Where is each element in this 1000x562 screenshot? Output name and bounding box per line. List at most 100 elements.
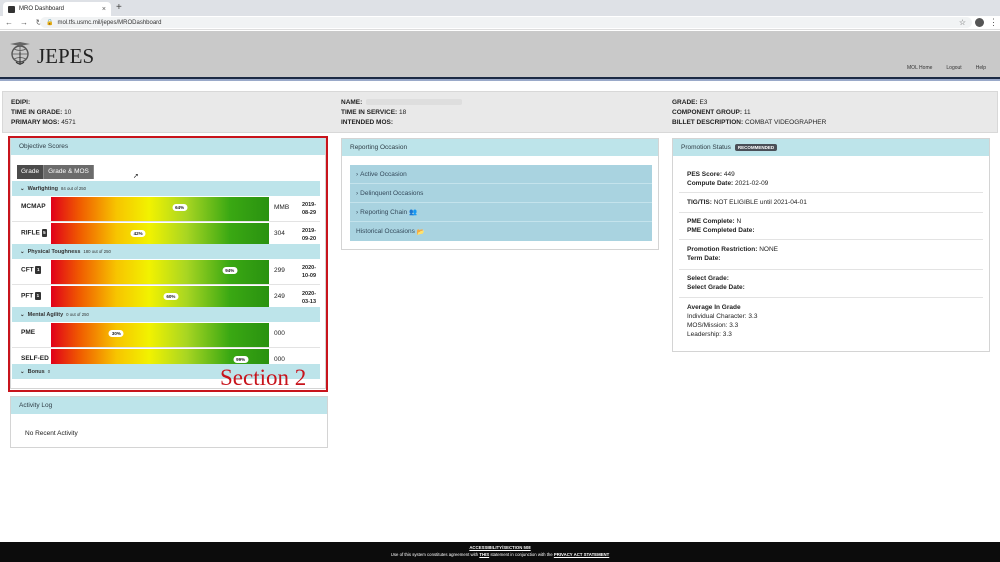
- delinquent-occasions-item[interactable]: › Delinquent Occasions: [350, 184, 652, 203]
- users-icon: 👥: [409, 209, 418, 216]
- reporting-occasion-panel: Reporting Occasion › Active Occasion › D…: [341, 138, 659, 250]
- divider: [679, 212, 983, 213]
- close-tab-icon[interactable]: ×: [102, 6, 106, 13]
- reporting-menu: › Active Occasion › Delinquent Occasions…: [350, 165, 652, 241]
- back-icon[interactable]: ←: [3, 18, 15, 27]
- imos-label: INTENDED MOS:: [341, 119, 393, 126]
- pme-complete-label: PME Complete:: [687, 218, 735, 225]
- edipi-label: EDIPI:: [11, 99, 31, 106]
- tis-label: TIME IN SERVICE:: [341, 109, 398, 116]
- grade-value: E3: [699, 99, 708, 106]
- activity-log-title: Activity Log: [11, 397, 327, 414]
- bookmark-star-icon[interactable]: ☆: [959, 18, 966, 27]
- tig-value: 10: [64, 109, 72, 116]
- compute-date-value: 2021-02-09: [735, 180, 769, 187]
- favicon-icon: [8, 5, 15, 13]
- tig-tis-value: NOT ELIGIBLE until 2021-04-01: [713, 199, 807, 206]
- select-grade-date-label: Select Grade Date:: [687, 284, 745, 291]
- footer-statement: Use of this system constitutes agreement…: [0, 551, 1000, 558]
- chevron-right-icon: ›: [356, 208, 359, 216]
- eagle-globe-anchor-logo-icon: [10, 42, 30, 65]
- header-links: MOL Home Logout Help: [907, 65, 986, 71]
- tis-value: 18: [399, 109, 407, 116]
- browser-toolbar: ← → ↻ 🔒 mol.tfs.usmc.mil/jepes/MRODashbo…: [0, 16, 1000, 30]
- pes-block: PES Score: 449 Compute Date: 2021-02-09: [687, 170, 768, 188]
- recommended-badge: RECOMMENDED: [734, 144, 778, 151]
- tig-label: TIME IN GRADE:: [11, 109, 63, 116]
- activity-log-panel: Activity Log No Recent Activity: [10, 396, 328, 448]
- new-tab-icon[interactable]: +: [116, 2, 122, 14]
- section-annotation: Section 2: [220, 365, 307, 390]
- historical-occasions-item[interactable]: Historical Occasions 📂: [350, 222, 652, 241]
- divider: [679, 239, 983, 240]
- lock-icon: 🔒: [46, 20, 54, 26]
- activity-empty-text: No Recent Activity: [25, 430, 78, 437]
- section-highlight-frame: [8, 136, 328, 392]
- forward-icon[interactable]: →: [18, 18, 30, 27]
- url-text: mol.tfs.usmc.mil/jepes/MRODashboard: [57, 19, 162, 26]
- avg-character: Individual Character: 3.3: [687, 313, 758, 320]
- site-header: [0, 31, 1000, 77]
- billet-value: COMBAT VIDEOGRAPHER: [744, 119, 827, 126]
- average-block: Average In Grade Individual Character: 3…: [687, 303, 757, 339]
- privacy-act-link[interactable]: PRIVACY ACT STATEMENT: [554, 552, 609, 557]
- reporting-chain-item[interactable]: › Reporting Chain 👥: [350, 203, 652, 222]
- name-label: NAME:: [341, 99, 363, 106]
- footer-text: Use of this system constitutes agreement…: [390, 552, 480, 557]
- restriction-label: Promotion Restriction:: [687, 246, 758, 253]
- pmos-label: PRIMARY MOS:: [11, 119, 60, 126]
- term-date-label: Term Date:: [687, 255, 721, 262]
- promotion-status-header: Promotion Status RECOMMENDED: [673, 139, 989, 156]
- compute-date-label: Compute Date:: [687, 180, 734, 187]
- component-label: COMPONENT GROUP:: [672, 109, 743, 116]
- reporting-occasion-title: Reporting Occasion: [342, 139, 658, 156]
- average-label: Average In Grade: [687, 304, 741, 311]
- address-bar[interactable]: 🔒 mol.tfs.usmc.mil/jepes/MRODashboard ☆: [40, 17, 972, 28]
- active-occasion-item[interactable]: › Active Occasion: [350, 165, 652, 184]
- promotion-status-panel: Promotion Status RECOMMENDED PES Score: …: [672, 138, 990, 352]
- component-value: 11: [743, 109, 751, 116]
- browser-tab-bar: MRO Dashboard × +: [0, 0, 1000, 16]
- chevron-right-icon: ›: [356, 189, 359, 197]
- promotion-status-title: Promotion Status: [681, 144, 731, 151]
- menu-item-label: Delinquent Occasions: [360, 189, 424, 197]
- avg-leadership: Leadership: 3.3: [687, 331, 732, 338]
- pme-date-label: PME Completed Date:: [687, 227, 755, 234]
- member-info-col-3: GRADE: E3 COMPONENT GROUP: 11 BILLET DES…: [672, 98, 826, 128]
- browser-menu-icon[interactable]: ⋮: [989, 17, 998, 28]
- pes-label: PES Score:: [687, 171, 723, 178]
- menu-item-label: Reporting Chain: [360, 208, 408, 216]
- tig-tis-label: TIG/TIS:: [687, 199, 712, 206]
- menu-item-label: Historical Occasions: [356, 228, 415, 235]
- restriction-value: NONE: [759, 246, 779, 253]
- footer-text: statement in conjunction with the: [489, 552, 554, 557]
- avg-mos-mission: MOS/Mission: 3.3: [687, 322, 739, 329]
- member-info-bar: EDIPI: TIME IN GRADE: 10 PRIMARY MOS: 45…: [2, 91, 998, 133]
- pes-value: 449: [723, 171, 735, 178]
- tig-block: TIG/TIS: NOT ELIGIBLE until 2021-04-01: [687, 198, 807, 207]
- restriction-block: Promotion Restriction: NONE Term Date:: [687, 245, 778, 263]
- pme-block: PME Complete: N PME Completed Date:: [687, 217, 755, 235]
- divider: [679, 297, 983, 298]
- browser-tab[interactable]: MRO Dashboard ×: [3, 2, 111, 16]
- folder-icon: 📂: [416, 228, 425, 236]
- divider: [679, 192, 983, 193]
- this-statement-link[interactable]: THIS: [479, 552, 489, 557]
- profile-avatar-icon[interactable]: [975, 18, 984, 27]
- grade-label: GRADE:: [672, 99, 698, 106]
- menu-item-label: Active Occasion: [360, 170, 407, 178]
- divider: [679, 269, 983, 270]
- redacted-name: [366, 99, 463, 106]
- select-grade-label: Select Grade:: [687, 275, 729, 282]
- logout-link[interactable]: Logout: [946, 65, 961, 71]
- help-link[interactable]: Help: [976, 65, 986, 71]
- tab-title: MRO Dashboard: [19, 6, 65, 12]
- chevron-right-icon: ›: [356, 170, 359, 178]
- mol-home-link[interactable]: MOL Home: [907, 65, 932, 71]
- pmos-value: 4571: [61, 119, 76, 126]
- header-stripe-light: [0, 79, 1000, 81]
- member-info-col-1: EDIPI: TIME IN GRADE: 10 PRIMARY MOS: 45…: [11, 98, 76, 128]
- accessibility-link[interactable]: ACCESSIBILITY/SECTION 508: [0, 544, 1000, 551]
- select-grade-block: Select Grade: Select Grade Date:: [687, 274, 745, 292]
- site-footer: ACCESSIBILITY/SECTION 508 Use of this sy…: [0, 542, 1000, 562]
